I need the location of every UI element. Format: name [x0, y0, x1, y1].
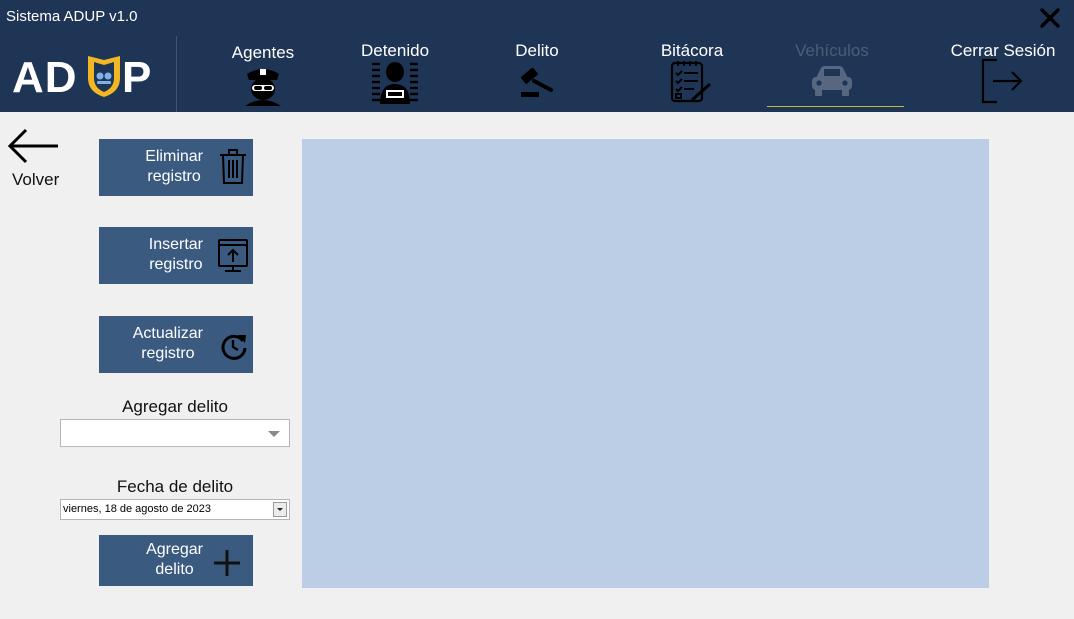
eliminar-label: Eliminar registro: [145, 147, 203, 187]
agregar-label: Agregar delito: [146, 540, 203, 580]
nav-delito[interactable]: Delito: [498, 38, 576, 112]
fecha-delito-label: Fecha de delito: [116, 477, 234, 496]
insertar-label: Insertar registro: [149, 235, 203, 275]
nav-vehiculos-label: Vehículos: [795, 41, 869, 60]
nav-bitacora-label: Bitácora: [660, 41, 724, 60]
trash-icon: [220, 149, 246, 184]
agregar-delito-label: Agregar delito: [122, 397, 228, 416]
nav-active-underline: [767, 106, 904, 107]
agregar-line1: Agregar: [146, 541, 203, 558]
nav-bitacora[interactable]: Bitácora: [650, 38, 734, 112]
delito-select[interactable]: [60, 419, 290, 447]
logout-icon: [981, 58, 1023, 104]
refresh-icon: [221, 334, 247, 360]
nav-vehiculos[interactable]: Vehículos: [790, 38, 874, 112]
nav-agentes[interactable]: Agentes: [222, 38, 304, 112]
checklist-icon: [670, 61, 711, 103]
police-officer-icon: [245, 69, 281, 106]
svg-text:AD: AD: [12, 53, 78, 98]
gavel-icon: [521, 68, 553, 97]
eliminar-line1: Eliminar: [145, 148, 203, 165]
upload-icon: [218, 239, 248, 272]
plus-icon: [214, 550, 240, 576]
insertar-line2: registro: [149, 256, 203, 273]
calendar-dropdown-icon[interactable]: [273, 502, 287, 517]
back-button[interactable]: Volver: [6, 128, 68, 190]
agregar-delito-button[interactable]: Agregar delito: [99, 535, 253, 586]
actualizar-line1: Actualizar: [132, 325, 203, 342]
header-divider: [176, 36, 177, 112]
nav-detenido[interactable]: Detenido: [352, 38, 438, 112]
nav-detenido-label: Detenido: [360, 41, 430, 60]
app-header: Sistema ADUP v1.0 AD P Agentes Detenido: [0, 0, 1074, 112]
insertar-line1: Insertar: [148, 236, 203, 253]
svg-text:P: P: [122, 53, 151, 98]
arrow-left-icon: [7, 128, 58, 164]
adup-logo: AD P: [12, 53, 151, 98]
actualizar-label: Actualizar registro: [133, 324, 203, 364]
agregar-line2: delito: [155, 561, 194, 578]
window-title: Sistema ADUP v1.0: [6, 8, 138, 25]
nav-delito-label: Delito: [515, 41, 559, 60]
fecha-delito-datepicker[interactable]: viernes, 18 de agosto de 2023: [60, 499, 290, 520]
actualizar-registro-button[interactable]: Actualizar registro: [99, 316, 253, 373]
car-icon: [812, 66, 852, 96]
records-grid[interactable]: [302, 139, 989, 588]
eliminar-line2: registro: [147, 168, 201, 185]
fecha-delito-value: viernes, 18 de agosto de 2023: [63, 503, 212, 515]
eliminar-registro-button[interactable]: Eliminar registro: [99, 139, 253, 196]
chevron-down-icon: [268, 431, 280, 437]
actualizar-line2: registro: [141, 345, 195, 362]
nav-agentes-label: Agentes: [231, 43, 295, 62]
back-label: Volver: [12, 170, 60, 189]
nav-cerrar-sesion[interactable]: Cerrar Sesión: [944, 38, 1062, 112]
insertar-registro-button[interactable]: Insertar registro: [99, 227, 253, 284]
close-x-icon[interactable]: [1036, 4, 1064, 32]
detainee-icon: [372, 62, 418, 104]
